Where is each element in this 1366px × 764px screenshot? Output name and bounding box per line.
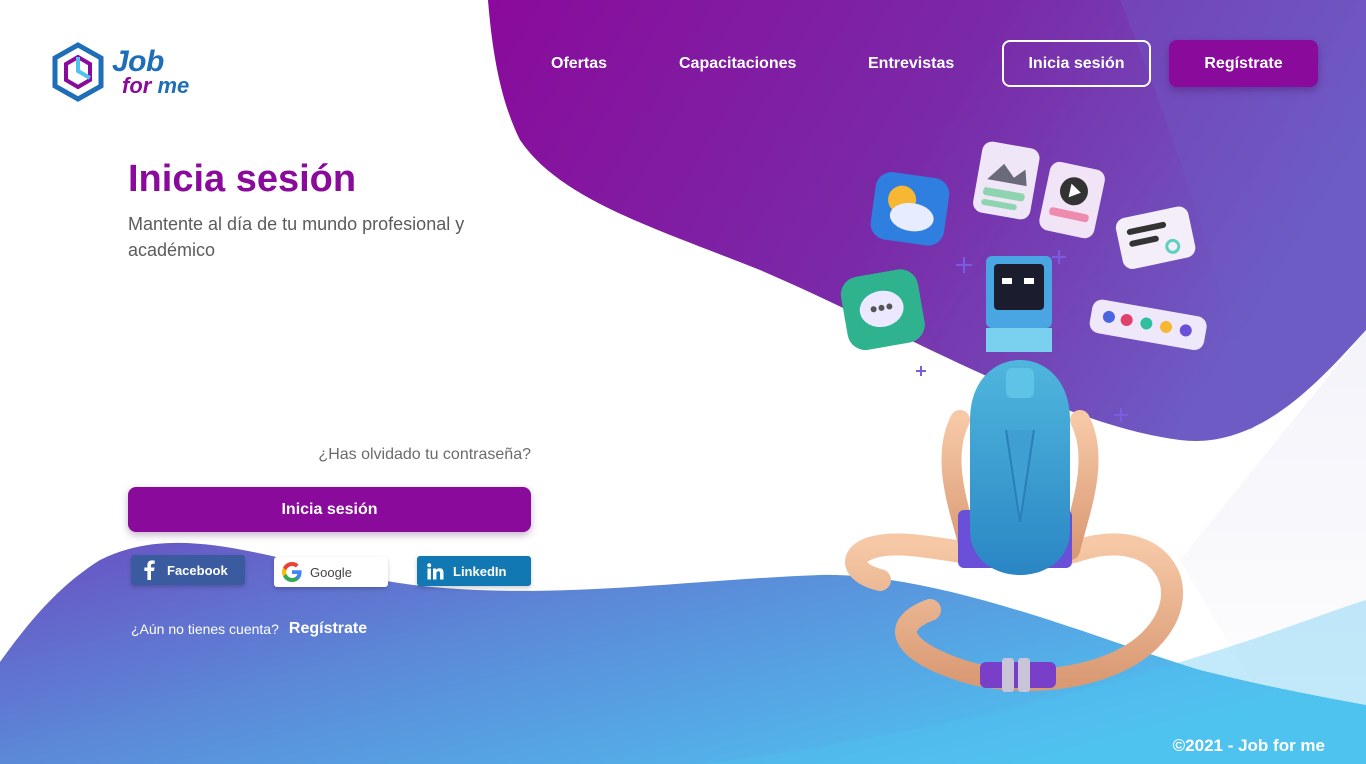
login-submit-button[interactable]: Inicia sesión (128, 487, 531, 532)
facebook-login-button[interactable]: Facebook (131, 555, 245, 585)
hero-illustration (840, 141, 1207, 692)
nav-link-entrevistas[interactable]: Entrevistas (868, 40, 954, 87)
facebook-label: Facebook (167, 562, 228, 578)
google-label: Google (310, 564, 352, 580)
toggle-card-icon (1115, 206, 1196, 270)
nav-register-button[interactable]: Regístrate (1169, 40, 1318, 87)
chat-bubble-icon (840, 269, 925, 351)
nav-link-ofertas[interactable]: Ofertas (551, 40, 607, 87)
page-subtitle: Mantente al día de tu mundo profesional … (128, 214, 465, 260)
meditating-robot (845, 360, 1184, 692)
page-title: Inicia sesión (128, 158, 357, 200)
linkedin-login-button[interactable]: LinkedIn (417, 556, 531, 586)
top-navigation: Ofertas Capacitaciones Entrevistas Inici… (0, 40, 1366, 87)
linkedin-icon (417, 562, 453, 580)
facebook-icon (131, 560, 167, 580)
linkedin-label: LinkedIn (453, 563, 507, 579)
weather-app-icon (870, 172, 950, 246)
robot-monitor-icon (986, 256, 1052, 352)
nav-login-button[interactable]: Inicia sesión (1002, 40, 1151, 87)
forgot-password-link[interactable]: ¿Has olvidado tu contraseña? (280, 446, 531, 464)
register-link[interactable]: Regístrate (289, 620, 367, 638)
video-card-icon (1039, 161, 1105, 239)
footer-copyright: ©2021 - Job for me (1172, 736, 1325, 755)
color-palette-icon (1089, 299, 1207, 351)
image-card-icon (973, 141, 1040, 220)
no-account-row: ¿Aún no tienes cuenta? Regístrate (131, 620, 367, 638)
google-icon (274, 562, 310, 582)
nav-link-capacitaciones[interactable]: Capacitaciones (679, 40, 796, 87)
google-login-button[interactable]: Google (274, 557, 388, 587)
no-account-text: ¿Aún no tienes cuenta? (131, 621, 279, 637)
